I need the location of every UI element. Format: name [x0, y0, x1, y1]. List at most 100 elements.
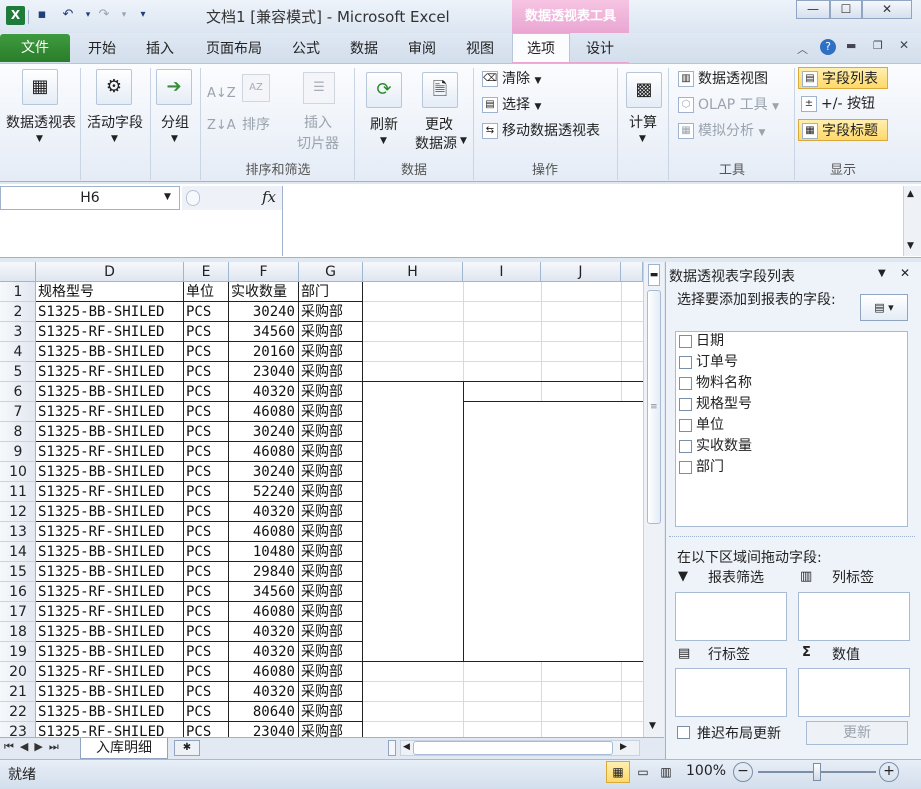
cell-spec[interactable]: S1325-RF-SHILED — [36, 482, 184, 502]
cell-dept[interactable]: 采购部 — [299, 422, 363, 442]
olap-tools-button[interactable]: ⬡ OLAP 工具 ▼ — [678, 94, 779, 116]
sheet-nav-icon[interactable]: ⏮◀▶⏭ — [4, 740, 65, 754]
cell-unit[interactable]: PCS — [184, 482, 229, 502]
tab-page-layout[interactable]: 页面布局 — [196, 35, 272, 63]
chevron-down-icon[interactable]: ▼ — [171, 134, 178, 144]
chevron-down-icon[interactable]: ▼ — [639, 134, 646, 144]
sort-descending-icon[interactable]: Z↓A — [207, 118, 236, 133]
formula-input[interactable] — [282, 186, 902, 256]
cell-spec[interactable]: S1325-RF-SHILED — [36, 582, 184, 602]
cell-dept[interactable]: 采购部 — [299, 702, 363, 722]
cell-unit[interactable]: PCS — [184, 702, 229, 722]
zoom-level[interactable]: 100% — [686, 763, 726, 779]
select-all-corner[interactable] — [0, 262, 36, 282]
name-box-dropdown-icon[interactable]: ▼ — [164, 192, 171, 202]
tab-view[interactable]: 视图 — [456, 35, 504, 63]
move-pivot-button[interactable]: ⇆ 移动数据透视表 — [482, 120, 600, 142]
values-area[interactable] — [798, 668, 910, 717]
column-header-e[interactable]: E — [184, 262, 229, 282]
cell-spec[interactable]: S1325-BB-SHILED — [36, 342, 184, 362]
close-pane-icon[interactable]: ✕ — [900, 266, 910, 280]
scroll-down-icon[interactable]: ▼ — [907, 241, 914, 251]
normal-view-icon[interactable]: ▦ — [606, 761, 630, 783]
field-headers-button[interactable]: ▦ 字段标题 — [798, 119, 888, 141]
zoom-in-icon[interactable]: + — [879, 762, 899, 782]
cell-dept[interactable]: 采购部 — [299, 602, 363, 622]
cell-qty[interactable]: 23040 — [229, 362, 299, 382]
cell-qty[interactable]: 40320 — [229, 622, 299, 642]
undo-dropdown-icon[interactable]: ▾ — [80, 7, 96, 23]
group-button[interactable]: 分组 — [152, 112, 198, 132]
plus-minus-button[interactable]: ± +/- 按钮 — [798, 93, 888, 115]
cell-unit[interactable]: PCS — [184, 682, 229, 702]
cell-dept[interactable]: 采购部 — [299, 542, 363, 562]
chevron-down-icon[interactable]: ▼ — [111, 134, 118, 144]
cell-qty[interactable]: 30240 — [229, 302, 299, 322]
cell-spec[interactable]: S1325-BB-SHILED — [36, 562, 184, 582]
pivot-placeholder-area[interactable] — [363, 401, 463, 661]
cell-qty[interactable]: 34560 — [229, 582, 299, 602]
tab-options[interactable]: 选项 — [512, 33, 570, 64]
clear-button[interactable]: ⌫ 清除 ▼ — [482, 68, 541, 90]
pivot-table-button[interactable]: 数据透视表 — [2, 112, 80, 132]
cell-qty[interactable]: 46080 — [229, 522, 299, 542]
tab-formulas[interactable]: 公式 — [282, 35, 330, 63]
cell-qty[interactable]: 30240 — [229, 422, 299, 442]
defer-update-checkbox[interactable] — [677, 726, 690, 739]
horizontal-scroll-thumb[interactable] — [413, 741, 613, 755]
minimize-ribbon-icon[interactable]: ︿ — [797, 41, 808, 57]
cell-qty[interactable]: 40320 — [229, 502, 299, 522]
tab-split-handle[interactable] — [388, 740, 396, 756]
column-header-k[interactable] — [621, 262, 643, 282]
tab-insert[interactable]: 插入 — [136, 35, 184, 63]
close-button[interactable]: ✕ — [862, 0, 912, 19]
cell-dept[interactable]: 采购部 — [299, 622, 363, 642]
cell-qty[interactable]: 40320 — [229, 382, 299, 402]
minimize-button[interactable]: — — [796, 0, 830, 19]
workbook-restore-icon[interactable]: ❐ — [873, 39, 883, 52]
field-checkbox[interactable] — [679, 376, 692, 390]
field-list-button[interactable]: ▤ 字段列表 — [798, 67, 888, 89]
undo-icon[interactable]: ↶ — [60, 7, 76, 23]
cell-dept[interactable]: 采购部 — [299, 342, 363, 362]
change-source-label-1[interactable]: 更改 — [412, 114, 466, 134]
insert-slicer-label-1[interactable]: 插入 — [286, 112, 350, 132]
column-header-d[interactable]: D — [36, 262, 184, 282]
pane-options-icon[interactable]: ▼ — [878, 268, 886, 279]
field-checkbox[interactable] — [679, 439, 692, 453]
cell-unit[interactable]: PCS — [184, 622, 229, 642]
cell-spec[interactable]: S1325-RF-SHILED — [36, 602, 184, 622]
field-item[interactable]: 日期 — [679, 331, 724, 351]
cell-qty[interactable]: 46080 — [229, 442, 299, 462]
cell-dept[interactable]: 采购部 — [299, 402, 363, 422]
cell-qty[interactable]: 46080 — [229, 602, 299, 622]
cell-spec[interactable]: S1325-BB-SHILED — [36, 462, 184, 482]
name-box[interactable]: H6 — [0, 186, 180, 210]
tab-design[interactable]: 设计 — [576, 35, 624, 63]
field-checkbox[interactable] — [679, 460, 692, 474]
tab-data[interactable]: 数据 — [340, 35, 388, 63]
cell-unit[interactable]: PCS — [184, 462, 229, 482]
split-box-icon[interactable]: ▬ — [648, 264, 660, 286]
cell-spec[interactable]: S1325-BB-SHILED — [36, 702, 184, 722]
cell-qty[interactable]: 52240 — [229, 482, 299, 502]
cell-qty[interactable]: 40320 — [229, 642, 299, 662]
save-icon[interactable]: ▪ — [34, 7, 50, 23]
cell-spec[interactable]: S1325-BB-SHILED — [36, 302, 184, 322]
cell-unit[interactable]: PCS — [184, 582, 229, 602]
cell-dept[interactable]: 采购部 — [299, 662, 363, 682]
cell-unit[interactable]: PCS — [184, 382, 229, 402]
insert-function-icon[interactable]: fx — [262, 188, 276, 206]
cell-spec[interactable]: S1325-BB-SHILED — [36, 382, 184, 402]
help-icon[interactable]: ? — [820, 39, 836, 55]
tab-home[interactable]: 开始 — [78, 35, 126, 63]
cell-spec[interactable]: S1325-BB-SHILED — [36, 682, 184, 702]
cell-unit[interactable]: PCS — [184, 442, 229, 462]
zoom-out-icon[interactable]: − — [733, 762, 753, 782]
column-labels-area[interactable] — [798, 592, 910, 641]
customize-toolbar-icon[interactable]: ▾ — [135, 7, 151, 23]
change-source-label-2[interactable]: 数据源 — [408, 133, 464, 153]
cell-qty[interactable]: 46080 — [229, 402, 299, 422]
field-checkbox[interactable] — [679, 397, 692, 411]
layout-options-button[interactable]: ▤ ▾ — [860, 294, 908, 321]
